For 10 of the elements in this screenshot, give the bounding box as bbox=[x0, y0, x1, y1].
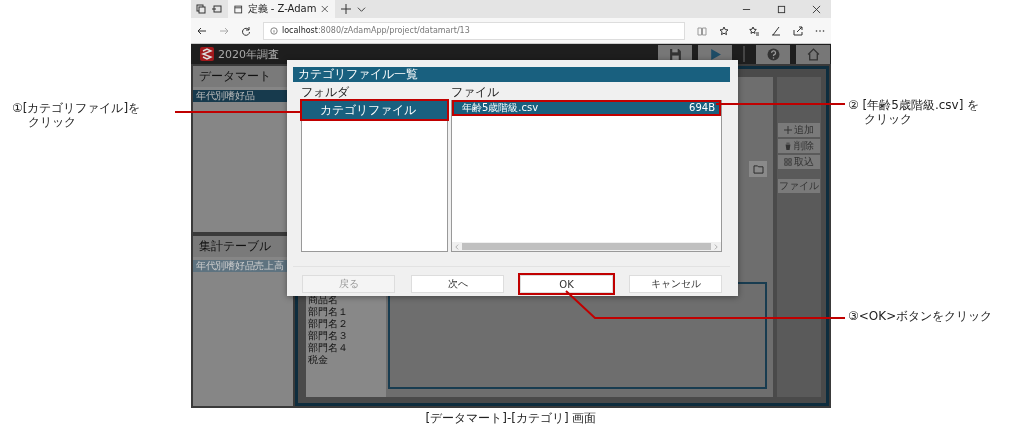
file-size: 694B bbox=[689, 102, 715, 114]
file-label: ファイル bbox=[451, 86, 500, 99]
callout-text: ③<OK>ボタンをクリック bbox=[848, 309, 993, 323]
dialog-title: カテゴリファイル一覧 bbox=[293, 67, 730, 82]
folder-label: フォルダ bbox=[301, 86, 350, 99]
figure-caption: [データマート]-[カテゴリ] 画面 bbox=[424, 410, 598, 427]
callout-text: ①[カテゴリファイル]を クリック bbox=[12, 101, 141, 129]
callout-text: ② [年齢5歳階級.csv] を クリック bbox=[848, 98, 980, 126]
file-name: 年齢5歳階級.csv bbox=[462, 102, 539, 114]
app-title: 2020年調査 bbox=[218, 46, 279, 62]
